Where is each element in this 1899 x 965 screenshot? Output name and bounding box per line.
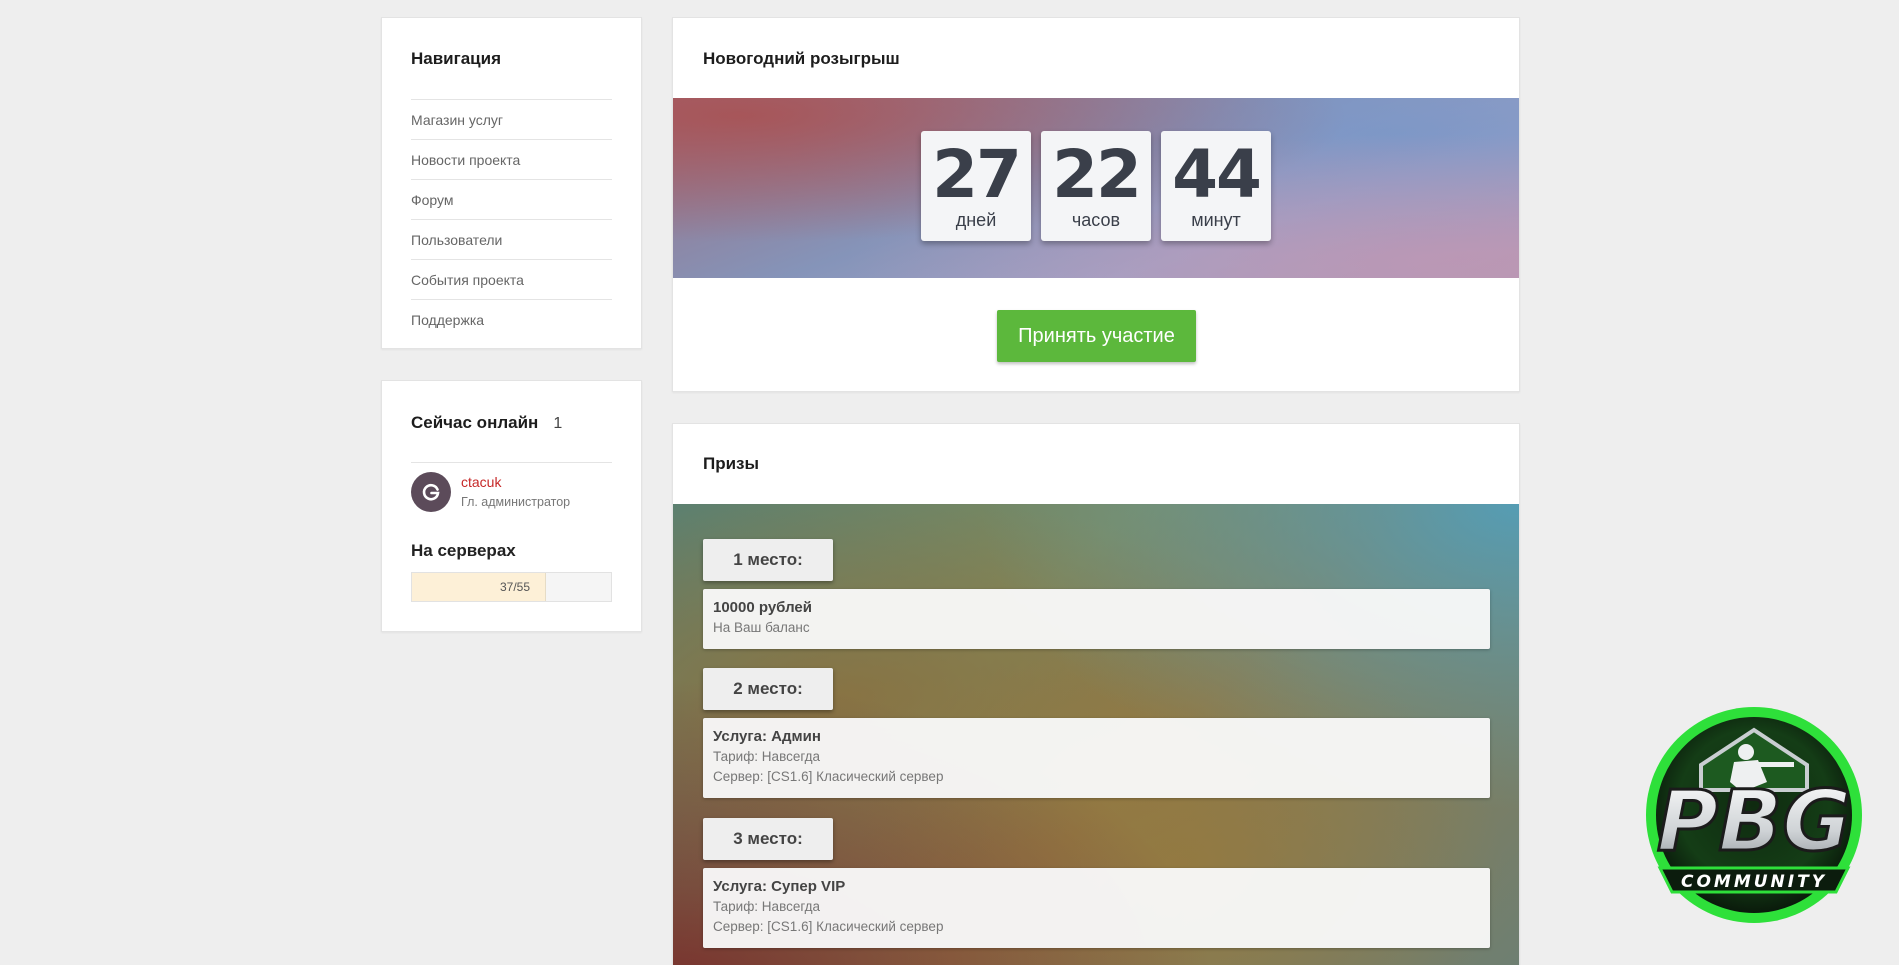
servers-progress-bar: 37/55 xyxy=(411,572,612,602)
giveaway-panel: Новогодний розыгрыш 27 дней 22 часов 44 … xyxy=(672,17,1520,392)
divider xyxy=(411,462,612,463)
countdown-days-unit: дней xyxy=(955,210,997,230)
countdown-hours-value: 22 xyxy=(1052,136,1142,213)
countdown-hours: 22 часов xyxy=(1041,131,1151,241)
countdown-days: 27 дней xyxy=(921,131,1031,241)
countdown-days-value: 27 xyxy=(932,136,1022,213)
prize-3-line-1: Тариф: Навсегда xyxy=(713,899,821,914)
prize-1-line-1: На Ваш баланс xyxy=(713,620,810,635)
nav-item-project-events[interactable]: События проекта xyxy=(411,259,612,299)
pbg-community-logo: PBG COMMUNITY xyxy=(1646,707,1862,923)
servers-progress-label: 37/55 xyxy=(499,580,530,594)
prizes-panel: Призы 1 место: 10000 рублей На Ваш балан… xyxy=(672,423,1520,965)
g-logo-icon xyxy=(422,483,440,501)
avatar[interactable] xyxy=(411,472,451,512)
countdown-minutes-unit: минут xyxy=(1191,210,1241,230)
place-2-tag: 2 место: xyxy=(703,668,833,710)
logo-main-text: PBG xyxy=(1657,772,1852,870)
countdown-minutes-value: 44 xyxy=(1172,136,1262,213)
user-role: Гл. администратор xyxy=(461,495,571,509)
navigation-title: Навигация xyxy=(411,49,501,68)
prizes-list: 1 место: 10000 рублей На Ваш баланс 2 ме… xyxy=(673,504,1519,965)
prize-2: Услуга: Админ Тариф: Навсегда Сервер: [C… xyxy=(703,718,1490,798)
user-name-link[interactable]: ctacuk xyxy=(461,473,570,491)
prize-2-line-1: Тариф: Навсегда xyxy=(713,749,821,764)
logo-sub-text: COMMUNITY xyxy=(1681,872,1827,892)
giveaway-title: Новогодний розыгрыш xyxy=(703,49,900,68)
prize-3-line-2: Сервер: [CS1.6] Класический сервер xyxy=(713,919,944,934)
prize-2-title: Услуга: Админ xyxy=(713,728,821,745)
join-giveaway-button[interactable]: Принять участие xyxy=(997,310,1196,362)
online-title-row: Сейчас онлайн 1 xyxy=(411,413,562,433)
nav-item-users[interactable]: Пользователи xyxy=(411,219,612,259)
nav-item-forum[interactable]: Форум xyxy=(411,179,612,219)
countdown-minutes: 44 минут xyxy=(1161,131,1271,241)
online-panel: Сейчас онлайн 1 ctacuk Гл. администратор… xyxy=(381,380,642,632)
place-3-tag: 3 место: xyxy=(703,818,833,860)
online-title: Сейчас онлайн xyxy=(411,413,539,432)
countdown-banner: 27 дней 22 часов 44 минут xyxy=(673,98,1519,278)
nav-item-project-news[interactable]: Новости проекта xyxy=(411,139,612,179)
prize-2-line-2: Сервер: [CS1.6] Класический сервер xyxy=(713,769,944,784)
nav-item-support[interactable]: Поддержка xyxy=(411,299,612,339)
prize-1: 10000 рублей На Ваш баланс xyxy=(703,589,1490,649)
prize-1-title: 10000 рублей xyxy=(713,599,812,616)
online-user[interactable]: ctacuk Гл. администратор xyxy=(411,472,570,512)
countdown-hours-unit: часов xyxy=(1071,210,1121,230)
online-count: 1 xyxy=(553,415,563,432)
prize-3-title: Услуга: Супер VIP xyxy=(713,878,846,895)
navigation-list: Магазин услуг Новости проекта Форум Поль… xyxy=(411,99,612,339)
prize-3: Услуга: Супер VIP Тариф: Навсегда Сервер… xyxy=(703,868,1490,948)
servers-title: На серверах xyxy=(411,541,516,560)
place-1-tag: 1 место: xyxy=(703,539,833,581)
nav-item-services-shop[interactable]: Магазин услуг xyxy=(411,99,612,139)
navigation-panel: Навигация Магазин услуг Новости проекта … xyxy=(381,17,642,349)
prizes-title: Призы xyxy=(703,454,760,473)
